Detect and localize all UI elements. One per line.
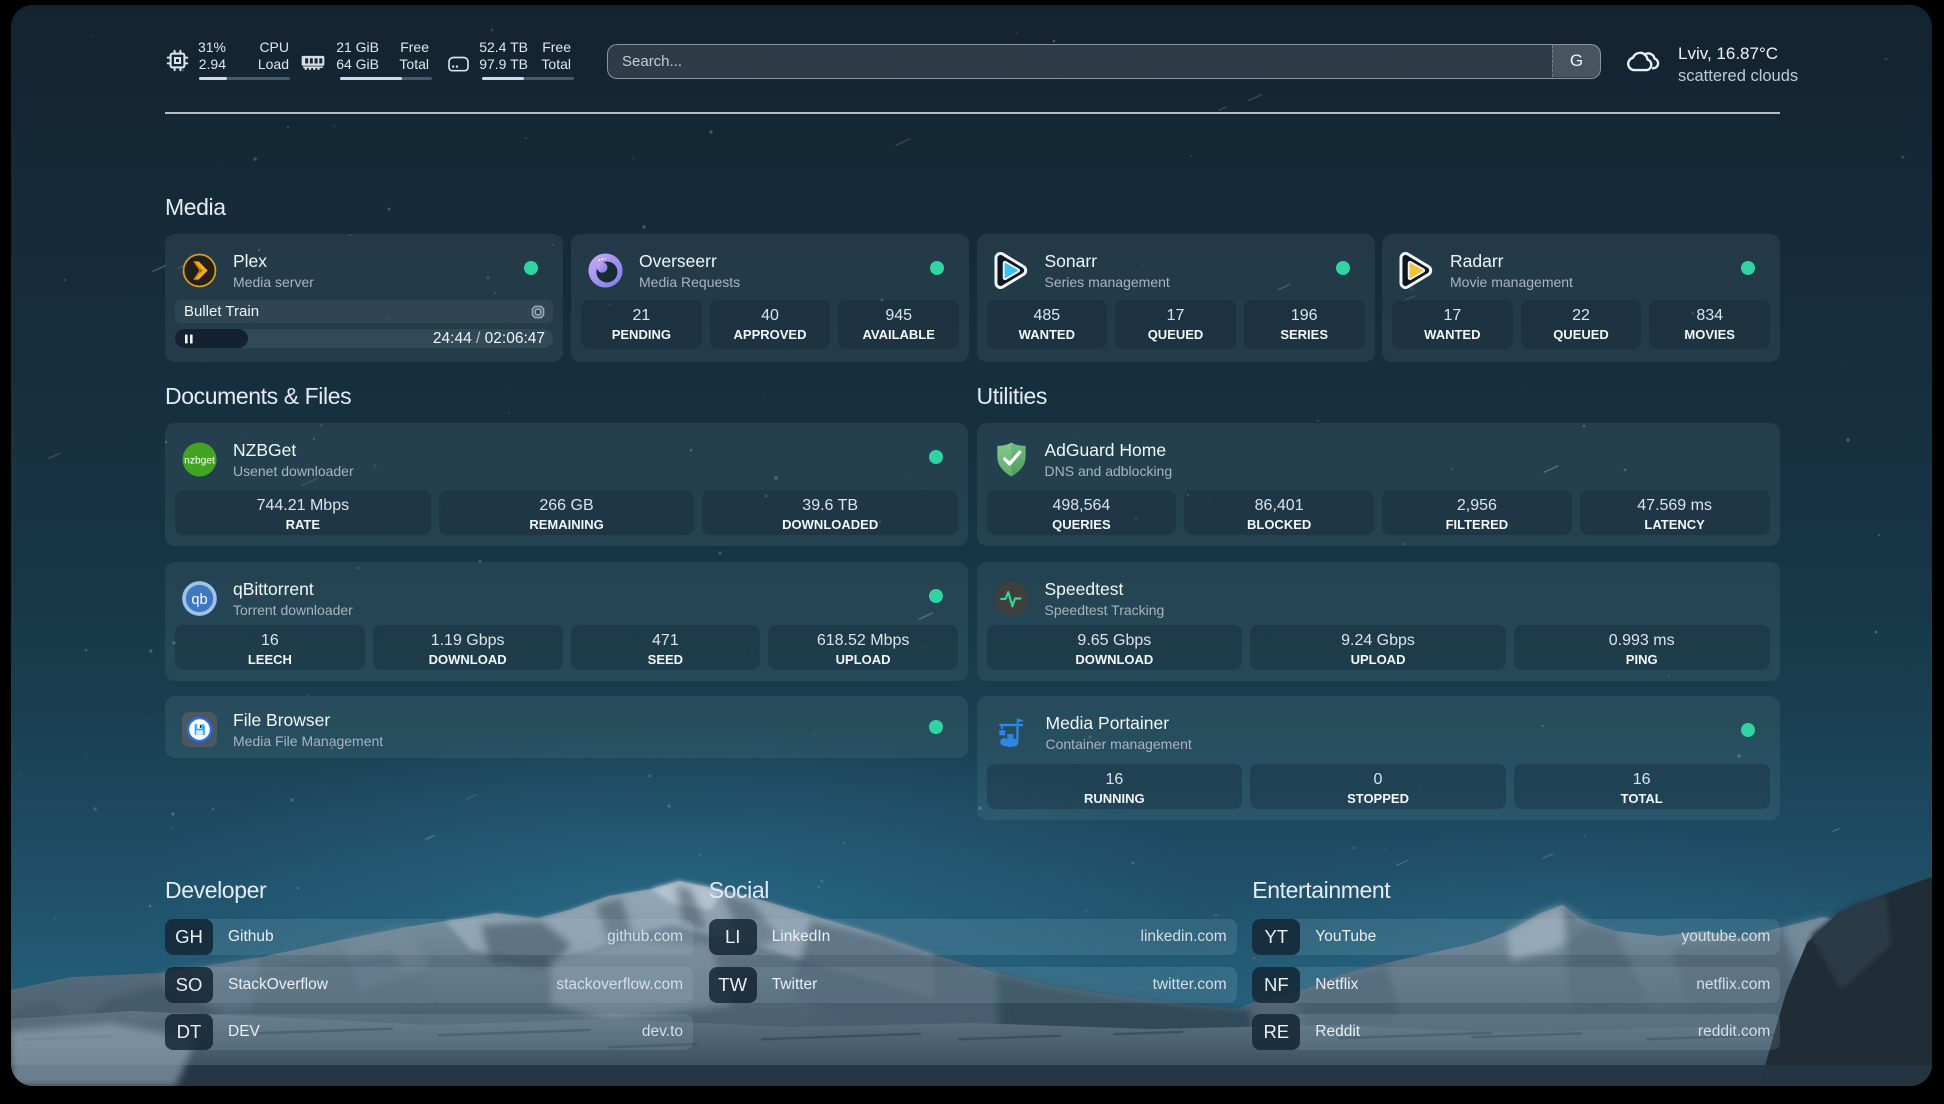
svg-text:qb: qb — [191, 591, 207, 607]
svg-text:nzbget: nzbget — [184, 455, 215, 466]
